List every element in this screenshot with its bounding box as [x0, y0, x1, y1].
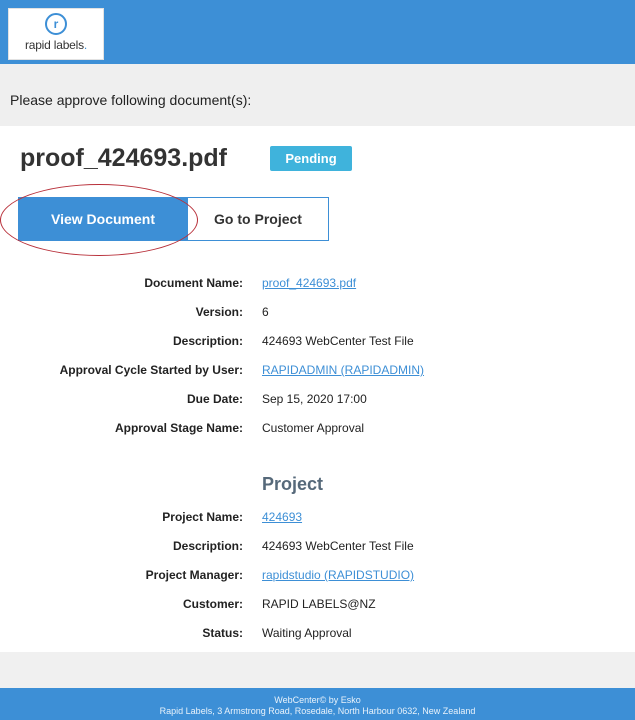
detail-label: Document Name:: [144, 276, 243, 290]
project-value: 424693 WebCenter Test File: [262, 539, 414, 553]
detail-label: Description:: [172, 334, 243, 348]
rapid-labels-logo: r rapid labels.: [8, 8, 104, 60]
project-section-heading: Project: [262, 474, 324, 494]
project-row-customer: Customer: RAPID LABELS@NZ: [0, 597, 635, 617]
footer-address: Rapid Labels, 3 Armstrong Road, Rosedale…: [159, 706, 476, 716]
document-title: proof_424693.pdf: [20, 144, 228, 172]
go-to-project-button[interactable]: Go to Project: [187, 197, 329, 241]
bottom-spacer-band: [0, 652, 635, 688]
project-value: RAPID LABELS@NZ: [262, 597, 376, 611]
project-label: Status:: [202, 626, 243, 640]
project-name-link[interactable]: 424693: [262, 510, 302, 524]
detail-row-version: Version: 6: [0, 305, 635, 325]
detail-value: 6: [262, 305, 269, 319]
detail-label: Approval Stage Name:: [114, 421, 243, 435]
detail-value: 424693 WebCenter Test File: [262, 334, 414, 348]
document-name-link[interactable]: proof_424693.pdf: [262, 276, 356, 290]
detail-row-approval-stage: Approval Stage Name: Customer Approval: [0, 421, 635, 441]
started-by-user-link[interactable]: RAPIDADMIN (RAPIDADMIN): [262, 363, 424, 377]
approval-intro-band: Please approve following document(s):: [0, 64, 635, 126]
status-badge: Pending: [270, 146, 352, 171]
detail-row-started-by: Approval Cycle Started by User: RAPIDADM…: [0, 363, 635, 383]
footer-credit: WebCenter© by Esko: [274, 695, 361, 705]
project-label: Project Name:: [162, 510, 243, 524]
detail-row-document-name: Document Name: proof_424693.pdf: [0, 276, 635, 296]
project-row-description: Description: 424693 WebCenter Test File: [0, 539, 635, 559]
project-row-status: Status: Waiting Approval: [0, 626, 635, 646]
project-label: Project Manager:: [145, 568, 243, 582]
view-document-button[interactable]: View Document: [18, 197, 188, 241]
detail-label: Approval Cycle Started by User:: [59, 363, 243, 377]
logo-r-icon: r: [45, 13, 67, 35]
detail-value: Sep 15, 2020 17:00: [262, 392, 367, 406]
email-header: r rapid labels.: [0, 0, 635, 64]
project-row-manager: Project Manager: rapidstudio (RAPIDSTUDI…: [0, 568, 635, 588]
project-value: Waiting Approval: [262, 626, 352, 640]
detail-value: Customer Approval: [262, 421, 365, 435]
detail-label: Version:: [195, 305, 243, 319]
project-row-name: Project Name: 424693: [0, 510, 635, 530]
logo-name: rapid labels: [24, 38, 84, 52]
logo-dot: .: [83, 38, 88, 52]
project-manager-link[interactable]: rapidstudio (RAPIDSTUDIO): [262, 568, 414, 582]
intro-text: Please approve following document(s):: [10, 92, 252, 108]
detail-row-description: Description: 424693 WebCenter Test File: [0, 334, 635, 354]
detail-row-due-date: Due Date: Sep 15, 2020 17:00: [0, 392, 635, 412]
project-label: Customer:: [182, 597, 243, 611]
project-label: Description:: [172, 539, 243, 553]
email-footer: WebCenter© by Esko Rapid Labels, 3 Armst…: [0, 688, 635, 720]
detail-label: Due Date:: [186, 392, 243, 406]
